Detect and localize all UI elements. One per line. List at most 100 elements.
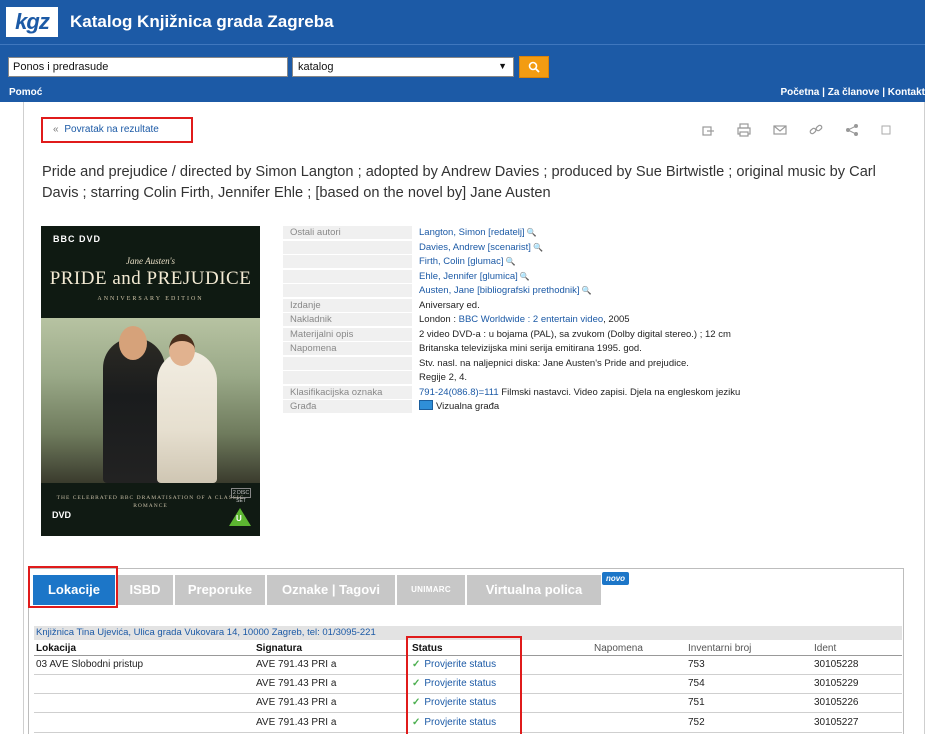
cover-author: Jane Austen's [126,256,175,266]
metadata-value: Britanska televizijska mini serija emiti… [419,342,642,355]
metadata-label: Klasifikacijska oznaka [283,385,412,399]
highlight-box [28,566,118,608]
highlight-box [406,636,522,734]
search-icon[interactable]: 🔍 [527,228,537,237]
print-icon[interactable] [736,123,752,137]
col-napomena: Napomena [594,643,643,654]
back-to-results-label: Povratak na rezultate [64,124,159,135]
search-button[interactable] [519,56,549,78]
metadata-label [283,240,412,254]
metadata-link[interactable]: 791-24(086.8)=111 [419,387,499,398]
metadata-role[interactable]: [redatelj] [486,227,524,238]
metadata-value: Vizualna građa [419,400,499,413]
metadata-label: Izdanje [283,298,412,312]
metadata-value: 2 video DVD-a : u bojama (PAL), sa zvuko… [419,328,731,341]
metadata-link[interactable]: Ehle, Jennifer [419,271,477,282]
dvd-video-logo: DVD [52,510,72,520]
email-icon[interactable] [772,123,788,137]
metadata-role[interactable]: [glumac] [465,256,504,267]
inventory-number-cell: 751 [688,697,705,709]
call-number-cell: AVE 791.43 PRI a [256,716,337,728]
metadata-value: 791-24(086.8)=111 Filmski nastavci. Vide… [419,386,740,399]
metadata-row: Izdanje Aniversary ed. [283,298,903,313]
metadata-label [283,255,412,268]
metadata-role[interactable]: [bibliografski prethodnik] [474,285,579,296]
top-nav: Pomoć Početna | Za članove | Kontakt [0,84,925,102]
tab-virtualna-polica[interactable]: Virtualna polica [467,575,601,605]
help-link[interactable]: Pomoć [9,87,42,98]
metadata-value: Davies, Andrew [scenarist] 🔍 [419,241,543,254]
metadata-suffix: , 2005 [603,314,630,325]
search-scope-select[interactable]: katalog ▼ [292,57,514,77]
search-input[interactable] [8,57,288,77]
double-chevron-left-icon: « [53,124,59,135]
metadata-label [283,371,412,384]
metadata-row: Ostali autori Langton, Simon [redatelj] 🔍 [283,226,903,240]
metadata-row: Građa Vizualna građa [283,400,903,414]
col-lokacija: Lokacija [36,643,77,654]
metadata-text: 2 video DVD-a : u bojama (PAL), sa zvuko… [419,328,731,340]
monitor-icon [419,400,433,410]
metadata-link[interactable]: BBC Worldwide : 2 entertain video [459,314,604,325]
metadata-label [283,269,412,283]
metadata-value: London : BBC Worldwide : 2 entertain vid… [419,313,630,326]
metadata-label: Ostali autori [283,226,412,239]
metadata-row: Ehle, Jennifer [glumica] 🔍 [283,269,903,284]
tab-oznake-tagovi[interactable]: Oznake | Tagovi [267,575,395,605]
inventory-number-cell: 752 [688,716,705,728]
tab-isbd[interactable]: ISBD [117,575,173,605]
tab-strip: Lokacije ISBD Preporuke Oznake | Tagovi … [30,570,902,606]
metadata-value: Stv. nasl. na naljepnici diska: Jane Aus… [419,357,689,370]
search-icon[interactable]: 🔍 [520,272,530,281]
tab-preporuke[interactable]: Preporuke [175,575,265,605]
app-header: kgz Katalog Knjižnica grada Zagreba [0,0,925,44]
metadata-role[interactable]: [scenarist] [485,242,531,253]
call-number-cell: AVE 791.43 PRI a [256,697,337,709]
ident-cell: 30105226 [814,697,859,709]
metadata-text: Vizualna građa [436,401,500,412]
checkbox-icon[interactable] [878,123,894,137]
share-icon[interactable] [844,123,860,137]
metadata-value: Ehle, Jennifer [glumica] 🔍 [419,270,530,283]
metadata-value: Regije 2, 4. [419,371,467,384]
search-icon[interactable]: 🔍 [582,286,592,295]
nav-links[interactable]: Početna | Za članove | Kontakt [780,87,925,98]
metadata-row: Regije 2, 4. [283,371,903,385]
metadata-text: Britanska televizijska mini serija emiti… [419,343,642,354]
search-icon[interactable]: 🔍 [533,243,543,252]
export-icon[interactable] [700,123,716,137]
metadata-label [283,356,412,370]
metadata-row: Stv. nasl. na naljepnici diska: Jane Aus… [283,356,903,371]
metadata-text: Aniversary ed. [419,299,480,311]
search-bar: katalog ▼ [0,44,925,84]
search-icon[interactable]: 🔍 [505,257,515,266]
rating-badge-icon: U [229,508,251,526]
metadata-link[interactable]: Davies, Andrew [419,242,485,253]
kgz-logo[interactable]: kgz [6,7,58,37]
record-title: Pride and prejudice / directed by Simon … [42,164,876,201]
search-scope-value: katalog [298,61,334,73]
metadata-label: Napomena [283,342,412,355]
app-title[interactable]: Katalog Knjižnica grada Zagreba [70,12,334,32]
back-to-results-link[interactable]: « Povratak na rezultate [41,117,193,143]
search-icon [528,61,540,73]
ident-cell: 30105229 [814,678,859,690]
ident-cell: 30105227 [814,716,859,728]
location-cell: 03 AVE Slobodni pristup [36,659,144,670]
metadata-value: Firth, Colin [glumac] 🔍 [419,255,515,268]
tab-unimarc[interactable]: UNIMARC [397,575,465,605]
metadata-value: Austen, Jane [bibliografski prethodnik] 🔍 [419,284,592,297]
col-signatura: Signatura [256,643,303,654]
link-icon[interactable] [808,123,824,137]
metadata-role[interactable]: [glumica] [477,271,518,282]
metadata-row: Austen, Jane [bibliografski prethodnik] 🔍 [283,284,903,298]
metadata-row: Davies, Andrew [scenarist] 🔍 [283,240,903,255]
metadata-link[interactable]: Firth, Colin [419,256,465,267]
metadata-link[interactable]: Austen, Jane [419,285,474,296]
ident-cell: 30105228 [814,659,859,670]
metadata-row: Materijalni opis 2 video DVD-a : u bojama… [283,327,903,342]
dvd-cover-image: BBC DVD Jane Austen's PRIDE and PREJUDIC… [41,226,260,536]
inventory-number-cell: 754 [688,678,705,690]
col-ident: Ident [814,643,837,654]
metadata-link[interactable]: Langton, Simon [419,227,486,238]
